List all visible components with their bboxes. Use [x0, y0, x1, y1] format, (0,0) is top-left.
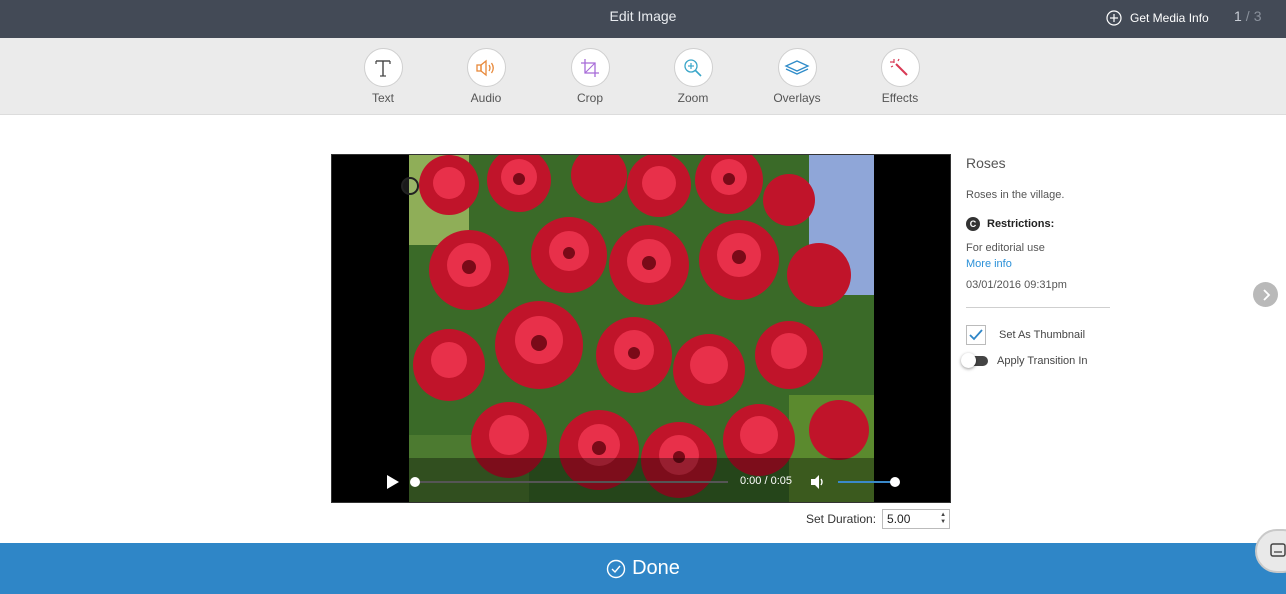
thumbnail-label: Set As Thumbnail — [999, 329, 1086, 341]
tool-bar: Text Audio Crop Zoom Overlays Effects — [0, 38, 1286, 115]
chevron-right-icon — [1262, 288, 1270, 301]
media-title: Roses — [966, 155, 1006, 171]
copyright-icon: C — [966, 217, 980, 231]
header-bar: Edit Image Get Media Info 1/3 — [0, 0, 1286, 38]
zoom-icon — [684, 58, 702, 77]
tool-zoom-circle — [673, 48, 713, 87]
tool-zoom-button[interactable]: Zoom — [653, 48, 733, 105]
check-circle-icon — [606, 559, 626, 578]
play-icon — [387, 475, 399, 489]
play-button[interactable] — [386, 474, 400, 495]
overlays-icon — [784, 59, 810, 75]
restriction-text: For editorial use — [966, 242, 1045, 254]
pager-total: 3 — [1253, 8, 1262, 24]
duration-stepper-icon[interactable]: ▲ ▼ — [940, 512, 946, 526]
media-info-panel: Roses Roses in the village. C Restrictio… — [961, 155, 1111, 368]
duration-control: Set Duration: ▲▼ — [806, 509, 951, 529]
tool-overlays-circle — [777, 48, 817, 87]
tool-label: Crop — [576, 91, 603, 105]
tool-label: Effects — [881, 91, 919, 105]
plus-circle-icon — [1106, 10, 1122, 26]
progress-handle[interactable] — [410, 477, 420, 487]
tool-text-circle — [363, 48, 403, 87]
tool-label: Audio — [470, 91, 502, 105]
tool-crop-circle — [570, 48, 610, 87]
page-title: Edit Image — [609, 8, 677, 24]
rose-image — [409, 155, 874, 502]
text-icon — [375, 59, 391, 77]
media-description: Roses in the village. — [966, 189, 1065, 201]
tool-label: Zoom — [677, 91, 709, 105]
get-media-info-button[interactable]: Get Media Info — [1106, 10, 1209, 26]
transition-toggle[interactable] — [961, 353, 988, 368]
volume-icon — [811, 475, 823, 489]
pager-separator: / — [1245, 8, 1250, 24]
thumbnail-checkbox[interactable] — [966, 325, 986, 345]
media-preview[interactable]: 0:00 / 0:05 — [331, 154, 951, 503]
duration-label: Set Duration: — [806, 512, 877, 526]
tool-audio-button[interactable]: Audio — [446, 48, 526, 105]
audio-icon — [476, 59, 494, 76]
player-controls: 0:00 / 0:05 — [332, 456, 950, 502]
rose-image-art — [409, 155, 874, 502]
transition-label: Apply Transition In — [997, 355, 1088, 367]
divider — [966, 307, 1110, 308]
duration-field-wrap: ▲▼ — [876, 509, 951, 529]
tool-text-button[interactable]: Text — [343, 48, 423, 105]
done-button[interactable]: Done — [0, 543, 1286, 594]
tool-label: Overlays — [773, 91, 821, 105]
restrictions-label: Restrictions: — [987, 218, 1055, 230]
done-label: Done — [632, 557, 680, 579]
media-date: 03/01/2016 09:31pm — [966, 279, 1067, 291]
volume-slider[interactable] — [838, 477, 900, 487]
time-display: 0:00 / 0:05 — [740, 475, 792, 487]
get-media-info-label: Get Media Info — [1130, 11, 1209, 25]
restrictions-heading: C Restrictions: — [966, 217, 1111, 231]
volume-handle[interactable] — [890, 477, 900, 487]
checkmark-icon — [969, 329, 983, 341]
tool-effects-button[interactable]: Effects — [860, 48, 940, 105]
pager: 1/3 — [1234, 8, 1261, 24]
toggle-knob — [961, 353, 976, 368]
transition-option: Apply Transition In — [961, 353, 1111, 368]
effects-icon — [890, 58, 908, 76]
chat-icon — [1270, 543, 1286, 557]
next-arrow-button[interactable] — [1253, 282, 1278, 307]
crop-icon — [581, 58, 599, 77]
tool-audio-circle — [466, 48, 506, 87]
tool-label: Text — [371, 91, 394, 105]
tool-crop-button[interactable]: Crop — [550, 48, 630, 105]
pointer-cursor — [401, 177, 419, 195]
volume-button[interactable] — [810, 474, 826, 495]
more-info-link[interactable]: More info — [966, 258, 1111, 270]
pager-current: 1 — [1234, 8, 1242, 24]
tool-effects-circle — [880, 48, 920, 87]
progress-bar[interactable] — [410, 477, 728, 487]
thumbnail-option: Set As Thumbnail — [966, 325, 1111, 345]
tool-overlays-button[interactable]: Overlays — [757, 48, 837, 105]
